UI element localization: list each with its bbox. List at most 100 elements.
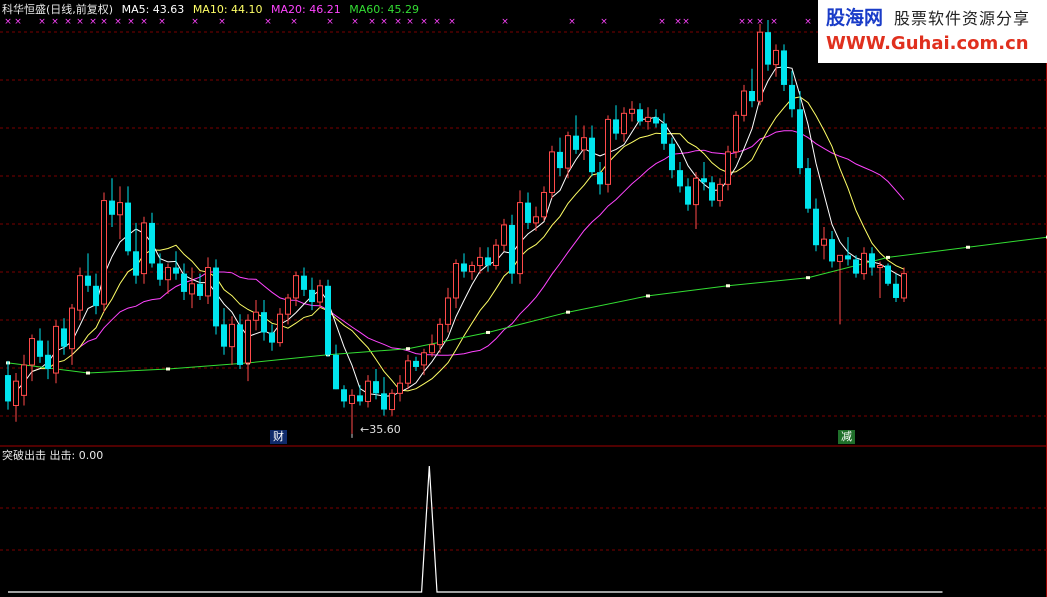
candle-body-down[interactable] xyxy=(885,265,891,284)
candle-body-down[interactable] xyxy=(325,285,331,355)
candle-body-down[interactable] xyxy=(269,332,275,343)
candle-body-down[interactable] xyxy=(685,186,691,205)
candle-body-up[interactable] xyxy=(541,191,547,218)
candle-body-up[interactable] xyxy=(13,380,19,407)
candle-body-down[interactable] xyxy=(157,263,163,280)
candle-body-down[interactable] xyxy=(701,178,707,183)
candle-body-down[interactable] xyxy=(109,200,115,215)
candle-body-down[interactable] xyxy=(557,151,563,169)
candle-body-down[interactable] xyxy=(133,251,139,276)
candle-body-up[interactable] xyxy=(501,224,507,246)
candle-body-up[interactable] xyxy=(205,267,211,297)
candle-body-up[interactable] xyxy=(141,222,147,275)
candle-body-down[interactable] xyxy=(781,50,787,85)
candle-body-down[interactable] xyxy=(173,267,179,274)
candle-body-up[interactable] xyxy=(733,114,739,153)
candle-body-up[interactable] xyxy=(349,394,355,404)
candle-body-down[interactable] xyxy=(461,263,467,272)
reduce-holding-badge[interactable]: 减 xyxy=(838,430,855,444)
candle-body-down[interactable] xyxy=(709,182,715,201)
candle-body-up[interactable] xyxy=(365,380,371,402)
candle-body-down[interactable] xyxy=(597,172,603,185)
candle-body-down[interactable] xyxy=(125,202,131,252)
candle-body-down[interactable] xyxy=(653,117,659,124)
candle-body-up[interactable] xyxy=(165,267,171,281)
candle-body-up[interactable] xyxy=(445,297,451,325)
candle-body-down[interactable] xyxy=(5,375,11,402)
candle-body-up[interactable] xyxy=(877,265,883,269)
candle-body-down[interactable] xyxy=(301,275,307,290)
candle-body-up[interactable] xyxy=(189,283,195,295)
candle-body-down[interactable] xyxy=(797,109,803,169)
candle-body-down[interactable] xyxy=(805,168,811,209)
candle-body-down[interactable] xyxy=(213,267,219,327)
candle-body-up[interactable] xyxy=(53,325,59,374)
candle-body-down[interactable] xyxy=(869,253,875,268)
candle-body-down[interactable] xyxy=(669,143,675,171)
candle-body-up[interactable] xyxy=(773,49,779,66)
candle-body-up[interactable] xyxy=(725,151,731,185)
candle-body-up[interactable] xyxy=(405,360,411,384)
candle-body-down[interactable] xyxy=(749,91,755,102)
candle-body-down[interactable] xyxy=(829,239,835,262)
candle-body-down[interactable] xyxy=(661,123,667,144)
candle-body-up[interactable] xyxy=(277,313,283,344)
candle-body-down[interactable] xyxy=(485,257,491,266)
candle-body-up[interactable] xyxy=(469,265,475,273)
candle-body-down[interactable] xyxy=(341,389,347,402)
candle-body-up[interactable] xyxy=(437,323,443,346)
candle-body-down[interactable] xyxy=(85,275,91,286)
candle-body-up[interactable] xyxy=(493,244,499,267)
candle-body-down[interactable] xyxy=(309,289,315,303)
candle-body-up[interactable] xyxy=(429,344,435,354)
candle-body-up[interactable] xyxy=(533,216,539,224)
candle-body-up[interactable] xyxy=(389,392,395,411)
candle-body-up[interactable] xyxy=(21,364,27,396)
candle-body-up[interactable] xyxy=(837,254,843,262)
candle-body-down[interactable] xyxy=(813,208,819,246)
chart-canvas[interactable]: ×××××××××××××××××××××××××××××××××××××× xyxy=(0,0,1047,597)
candle-body-up[interactable] xyxy=(821,238,827,246)
candle-body-up[interactable] xyxy=(421,352,427,366)
candle-body-up[interactable] xyxy=(29,338,35,366)
candle-body-down[interactable] xyxy=(237,324,243,365)
candle-body-down[interactable] xyxy=(573,135,579,150)
candle-body-up[interactable] xyxy=(693,177,699,206)
candle-body-down[interactable] xyxy=(197,283,203,296)
candle-body-up[interactable] xyxy=(245,319,251,364)
candle-body-up[interactable] xyxy=(901,273,907,299)
candle-body-up[interactable] xyxy=(229,323,235,348)
candle-body-down[interactable] xyxy=(893,283,899,298)
candle-body-up[interactable] xyxy=(757,31,763,102)
candle-body-down[interactable] xyxy=(261,312,267,333)
candle-body-down[interactable] xyxy=(637,109,643,122)
candle-body-down[interactable] xyxy=(221,324,227,347)
candle-body-down[interactable] xyxy=(381,393,387,410)
candle-body-down[interactable] xyxy=(373,381,379,394)
candle-body-up[interactable] xyxy=(77,275,83,311)
candle-body-down[interactable] xyxy=(853,259,859,274)
candle-body-down[interactable] xyxy=(357,395,363,402)
candle-body-up[interactable] xyxy=(565,135,571,169)
candle-body-down[interactable] xyxy=(525,202,531,223)
candle-body-down[interactable] xyxy=(333,354,339,390)
candle-body-up[interactable] xyxy=(581,137,587,151)
candle-body-up[interactable] xyxy=(629,108,635,114)
candle-body-down[interactable] xyxy=(509,224,515,274)
candle-body-down[interactable] xyxy=(765,32,771,65)
candle-body-down[interactable] xyxy=(613,119,619,134)
candle-body-down[interactable] xyxy=(181,273,187,292)
candle-body-up[interactable] xyxy=(285,297,291,315)
candle-body-up[interactable] xyxy=(517,202,523,275)
candle-body-up[interactable] xyxy=(549,151,555,193)
candle-body-up[interactable] xyxy=(69,307,75,350)
candle-body-down[interactable] xyxy=(789,84,795,110)
candle-body-up[interactable] xyxy=(253,311,259,321)
candle-body-up[interactable] xyxy=(477,256,483,267)
candle-body-up[interactable] xyxy=(397,382,403,394)
candle-body-down[interactable] xyxy=(413,360,419,367)
candle-body-up[interactable] xyxy=(717,183,723,202)
candle-body-down[interactable] xyxy=(149,222,155,264)
candle-body-up[interactable] xyxy=(605,118,611,185)
candle-body-up[interactable] xyxy=(101,200,107,305)
